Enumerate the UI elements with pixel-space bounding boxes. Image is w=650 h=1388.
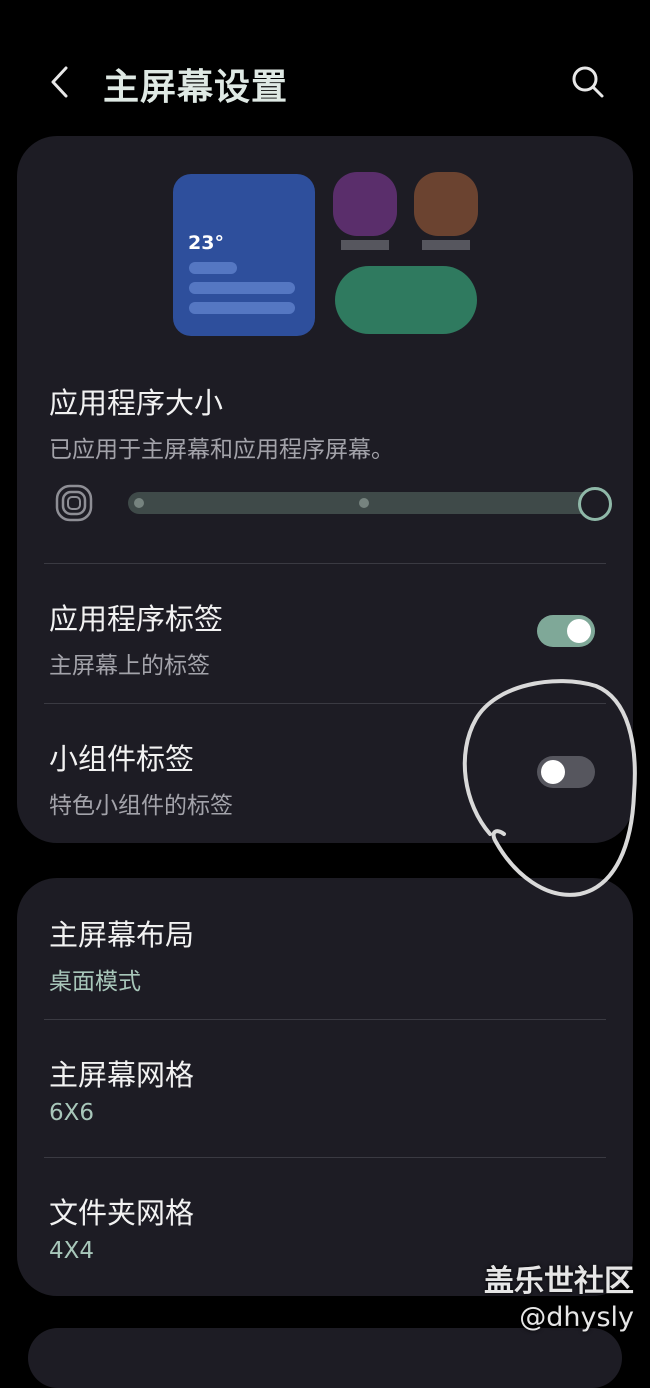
weather-temperature: 23° xyxy=(188,232,224,254)
home-layout-card: 主屏幕布局 桌面模式 主屏幕网格 6X6 文件夹网格 4X4 xyxy=(17,878,633,1296)
slider-step[interactable] xyxy=(134,498,144,508)
divider xyxy=(44,703,606,704)
weather-widget-preview: 23° xyxy=(173,174,315,336)
app-labels-toggle[interactable] xyxy=(537,615,595,647)
divider xyxy=(44,1019,606,1020)
home-grid-title[interactable]: 主屏幕网格 xyxy=(49,1052,194,1094)
app-size-icon xyxy=(55,484,93,522)
home-grid-value: 6X6 xyxy=(49,1100,95,1126)
app-label-placeholder xyxy=(422,240,470,250)
folder-grid-value: 4X4 xyxy=(49,1238,95,1264)
slider-step[interactable] xyxy=(359,498,369,508)
app-labels-subtitle: 主屏幕上的标签 xyxy=(49,653,210,679)
home-layout-value: 桌面模式 xyxy=(49,969,141,995)
widget-labels-toggle[interactable] xyxy=(537,756,595,788)
widget-labels-subtitle: 特色小组件的标签 xyxy=(49,793,233,819)
folder-grid-title[interactable]: 文件夹网格 xyxy=(49,1190,194,1232)
toggle-knob xyxy=(541,760,565,784)
green-widget-preview xyxy=(335,266,477,334)
watermark-community: 盖乐世社区 xyxy=(484,1264,634,1299)
app-appearance-card: 23° 应用程序大小 已应用于主屏幕和应用程序屏幕。 应用程序标签 主屏幕上的标… xyxy=(17,136,633,843)
app-labels-title: 应用程序标签 xyxy=(49,602,224,636)
purple-app-icon xyxy=(333,172,397,236)
chevron-left-icon xyxy=(51,66,68,98)
divider xyxy=(44,563,606,564)
weather-line xyxy=(189,282,295,294)
slider-thumb[interactable] xyxy=(578,487,612,521)
back-button[interactable] xyxy=(40,62,80,102)
watermark-username: @dhysly xyxy=(519,1302,634,1333)
app-size-slider[interactable] xyxy=(128,492,596,514)
widget-labels-title: 小组件标签 xyxy=(49,742,195,776)
app-size-title: 应用程序大小 xyxy=(49,386,224,420)
toggle-knob xyxy=(567,619,591,643)
home-layout-title[interactable]: 主屏幕布局 xyxy=(49,912,194,954)
weather-line xyxy=(189,302,295,314)
app-size-subtitle: 已应用于主屏幕和应用程序屏幕。 xyxy=(49,437,394,463)
page-title: 主屏幕设置 xyxy=(103,67,289,108)
search-button[interactable] xyxy=(566,60,610,104)
app-label-placeholder xyxy=(341,240,389,250)
weather-line xyxy=(189,262,237,274)
next-settings-card xyxy=(28,1328,622,1388)
search-icon xyxy=(572,66,604,98)
home-screen-preview: 23° xyxy=(17,136,633,356)
divider xyxy=(44,1157,606,1158)
brown-app-icon xyxy=(414,172,478,236)
